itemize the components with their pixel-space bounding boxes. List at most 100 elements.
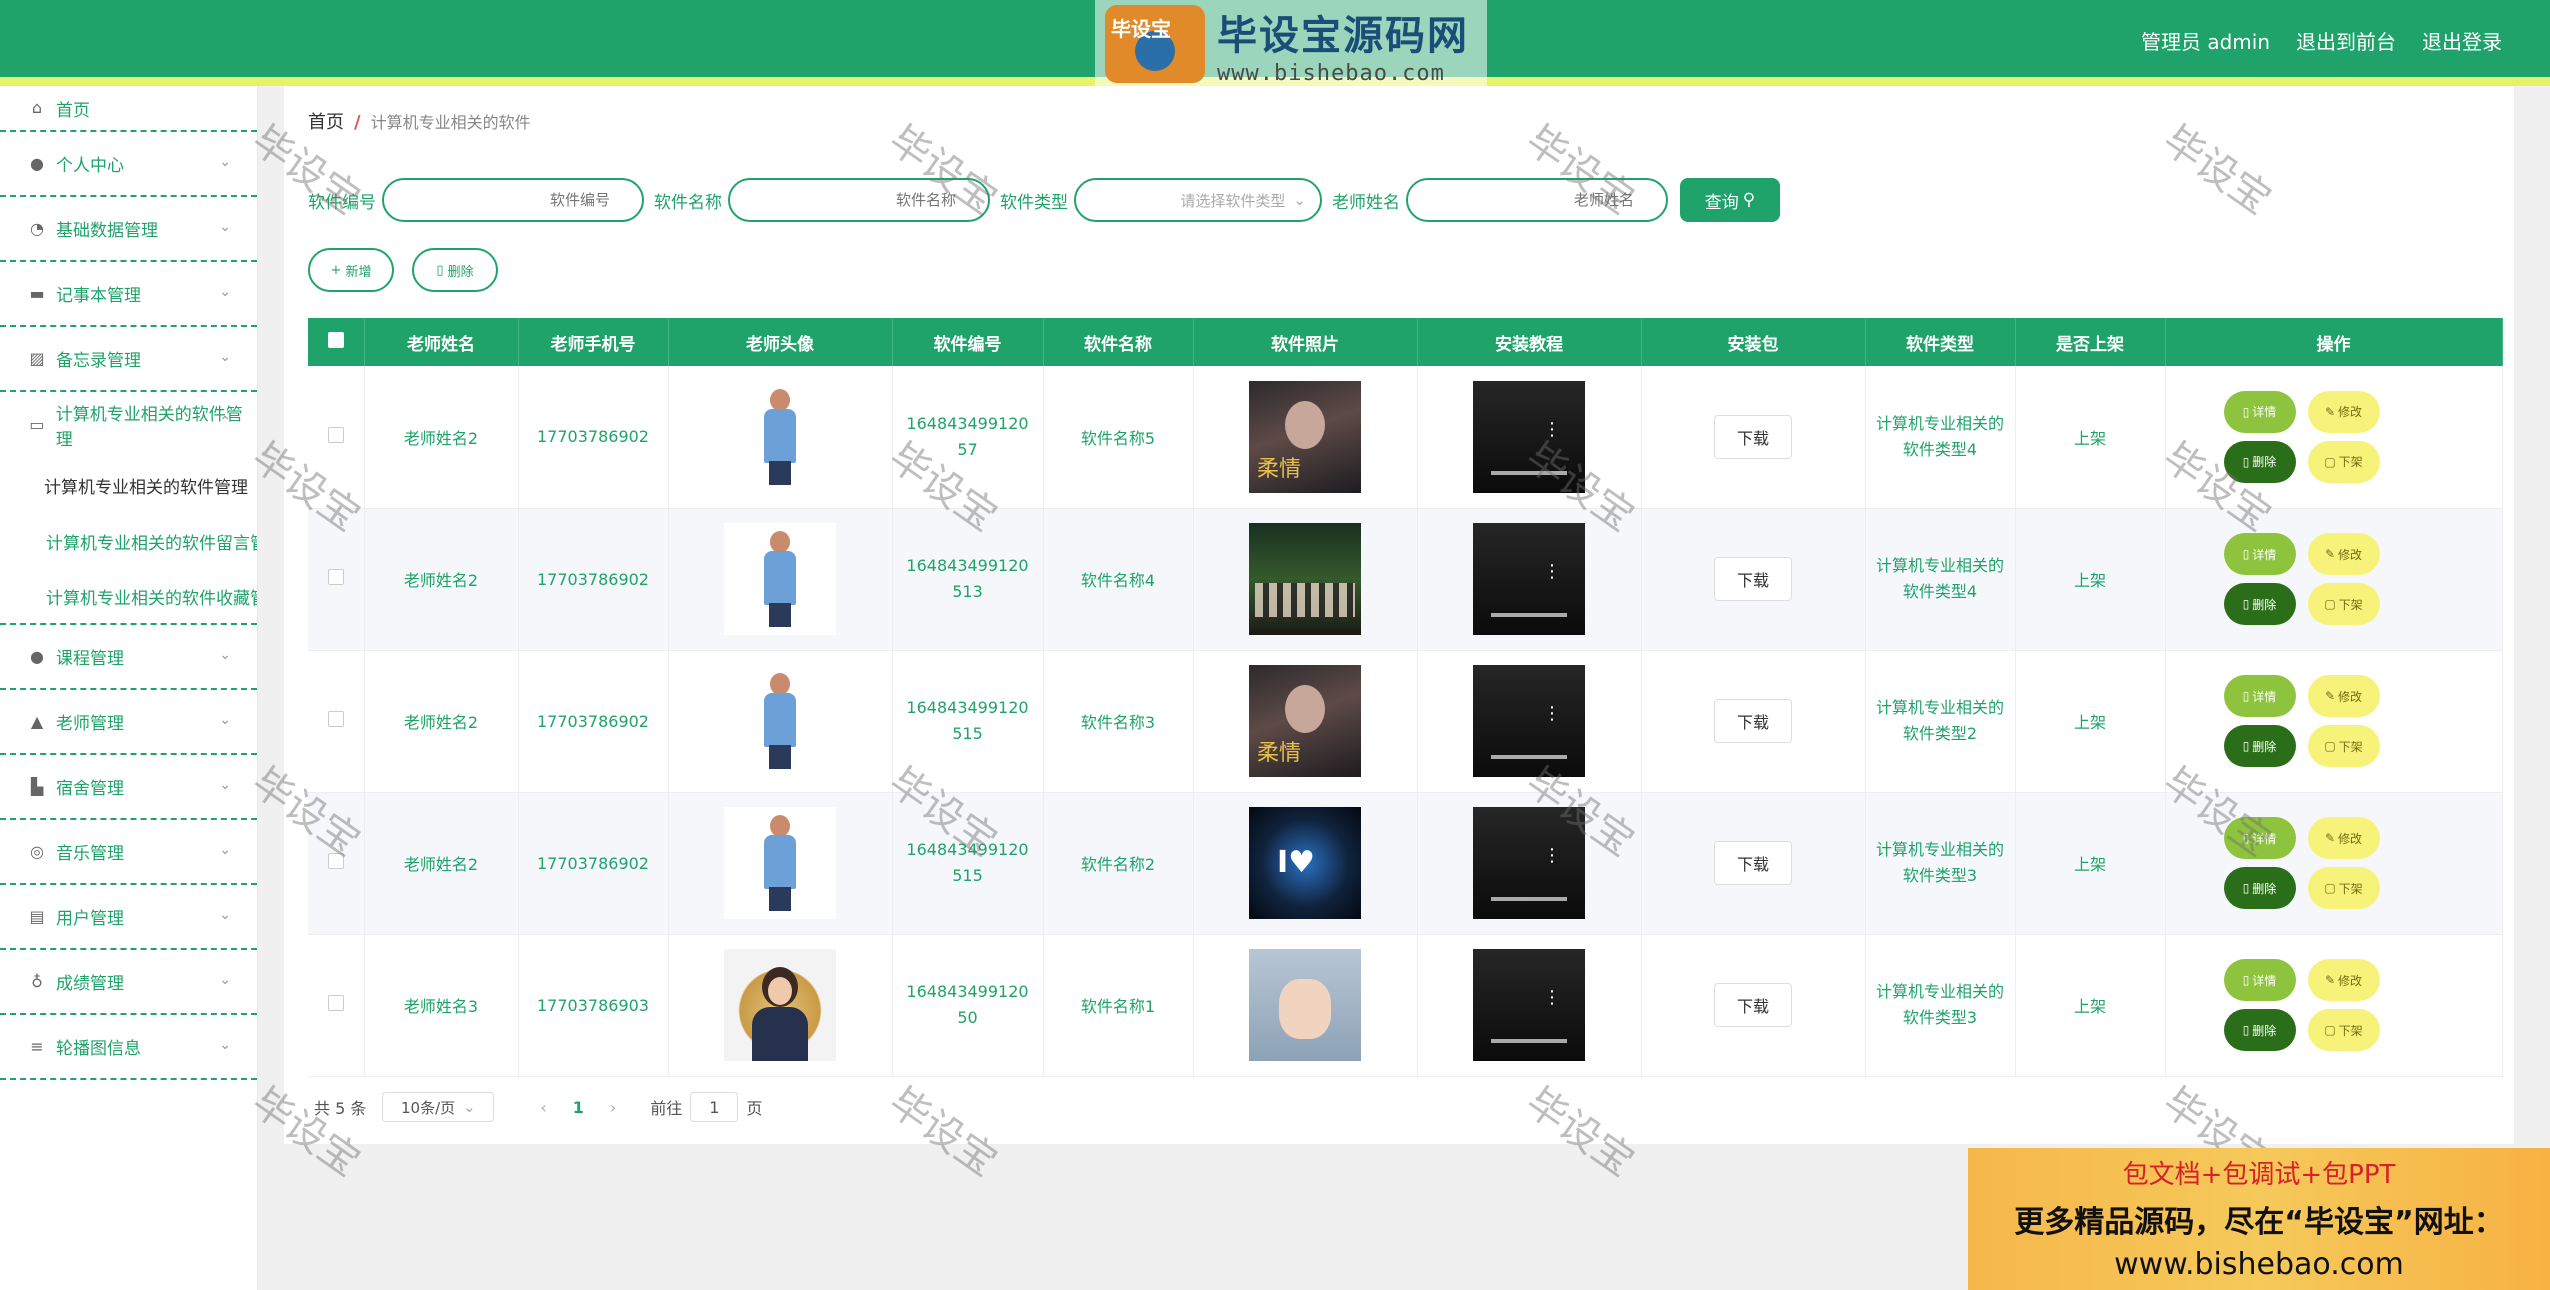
batch-delete-button[interactable]: ▯ 删除 [412, 248, 498, 292]
delete-button[interactable]: ▯ 删除 [2223, 440, 2296, 483]
row-checkbox[interactable] [327, 569, 344, 585]
software-name-cell: 软件名称3 [1043, 650, 1194, 793]
tutorial-video-player[interactable]: ⋮ [1473, 380, 1585, 493]
tutorial-video-player[interactable]: ⋮ [1473, 807, 1585, 919]
software-photo-image: I♥ [1249, 807, 1361, 919]
logout-link[interactable]: 退出登录 [2422, 26, 2502, 55]
sidebar-subitem-software-favorites[interactable]: 计算机专业相关的软件收藏管理 [0, 569, 257, 625]
teacher-name-input[interactable] [1406, 178, 1668, 222]
sidebar-subitem-software[interactable]: 计算机专业相关的软件管理 [0, 457, 257, 513]
compass-icon: ◎ [30, 841, 44, 861]
delist-button[interactable]: ▢ 下架 [2307, 583, 2380, 625]
add-button[interactable]: + 新增 [308, 248, 394, 292]
sidebar-item-music[interactable]: ◎ 音乐管理 ⌄ [0, 820, 257, 885]
more-options-icon[interactable]: ⋮ [1543, 420, 1561, 438]
delist-button[interactable]: ▢ 下架 [2307, 440, 2380, 483]
software-type-select[interactable]: 请选择软件类型 ⌄ [1074, 178, 1322, 222]
detail-button[interactable]: ▯ 详情 [2223, 390, 2296, 433]
sidebar-item-basic-data[interactable]: ◔ 基础数据管理 ⌄ [0, 197, 257, 262]
tutorial-video-player[interactable]: ⋮ [1473, 949, 1585, 1061]
sidebar-item-home[interactable]: ⌂ 首页 [0, 86, 257, 132]
delist-button[interactable]: ▢ 下架 [2307, 867, 2380, 909]
goto-page-input[interactable]: 1 [690, 1092, 739, 1122]
teacher-name-cell: 老师姓名2 [364, 508, 519, 651]
sidebar-item-course[interactable]: ● 课程管理 ⌄ [0, 625, 257, 690]
sidebar-item-users[interactable]: ▤ 用户管理 ⌄ [0, 885, 257, 950]
delete-button[interactable]: ▯ 删除 [2223, 583, 2296, 625]
breadcrumb-home[interactable]: 首页 [308, 112, 344, 133]
tutorial-video-player[interactable]: ⋮ [1473, 665, 1585, 777]
prev-page-icon[interactable]: ‹ [540, 1098, 546, 1117]
detail-label: 详情 [2252, 831, 2277, 846]
row-checkbox[interactable] [327, 426, 344, 443]
sidebar-item-carousel[interactable]: ≡ 轮播图信息 ⌄ [0, 1015, 257, 1080]
logo-title: 毕设宝源码网 [1217, 12, 1469, 59]
col-listed: 是否上架 [2015, 318, 2166, 366]
col-teacher-name: 老师姓名 [364, 318, 519, 366]
query-button[interactable]: 查询 ⚲ [1680, 178, 1780, 222]
download-button[interactable]: 下载 [1714, 557, 1792, 601]
row-checkbox[interactable] [327, 711, 344, 727]
more-options-icon[interactable]: ⋮ [1543, 847, 1561, 865]
listed-status-cell: 上架 [2015, 366, 2166, 509]
row-checkbox[interactable] [327, 853, 344, 869]
col-software-name: 软件名称 [1043, 318, 1194, 366]
more-options-icon[interactable]: ⋮ [1543, 563, 1561, 581]
edit-button[interactable]: ✎ 修改 [2307, 533, 2380, 575]
delete-button[interactable]: ▯ 删除 [2223, 725, 2296, 767]
more-options-icon[interactable]: ⋮ [1543, 705, 1561, 723]
back-to-front-link[interactable]: 退出到前台 [2296, 26, 2396, 55]
download-button[interactable]: 下载 [1714, 841, 1792, 885]
more-options-icon[interactable]: ⋮ [1543, 989, 1561, 1007]
box-icon: ▢ [2324, 739, 2336, 753]
sidebar-item-dorm[interactable]: ▙ 宿舍管理 ⌄ [0, 755, 257, 820]
delete-button[interactable]: ▯ 删除 [2223, 867, 2296, 909]
chevron-down-icon: ⌄ [219, 647, 231, 663]
sidebar-item-notebook[interactable]: ▬ 记事本管理 ⌄ [0, 262, 257, 327]
download-button[interactable]: 下载 [1714, 414, 1792, 459]
page-size-select[interactable]: 10条/页 ⌄ [382, 1092, 495, 1122]
detail-button[interactable]: ▯ 详情 [2223, 675, 2296, 717]
detail-button[interactable]: ▯ 详情 [2223, 959, 2296, 1001]
software-code-input[interactable] [382, 178, 644, 222]
trash-icon: ▯ [2242, 881, 2250, 895]
delete-button[interactable]: ▯ 删除 [2223, 1009, 2296, 1051]
promo-banner[interactable]: 包文档+包调试+包PPT 更多精品源码，尽在“毕设宝”网址： www.bishe… [1968, 1148, 2550, 1290]
delete-label: 删除 [2252, 597, 2277, 612]
detail-button[interactable]: ▯ 详情 [2223, 817, 2296, 859]
sidebar-item-label: 宿舍管理 [56, 779, 124, 799]
sidebar-item-teacher[interactable]: ▲ 老师管理 ⌄ [0, 690, 257, 755]
logo-badge-icon: 毕设宝 [1105, 5, 1205, 83]
edit-button[interactable]: ✎ 修改 [2307, 817, 2380, 859]
edit-button[interactable]: ✎ 修改 [2307, 959, 2380, 1001]
delete-label: 删除 [2252, 1023, 2277, 1038]
sidebar-subitem-software-comments[interactable]: 计算机专业相关的软件留言管理 [0, 513, 257, 569]
software-code-cell: 16484349912050 [906, 982, 1029, 1027]
delete-label: 删除 [2252, 455, 2277, 470]
sidebar-item-memo[interactable]: ▨ 备忘录管理 ⌄ [0, 327, 257, 392]
listed-status-cell: 上架 [2015, 792, 2166, 935]
download-button[interactable]: 下载 [1714, 983, 1792, 1027]
select-all-checkbox[interactable] [308, 318, 365, 366]
software-code-label: 软件编号 [308, 192, 376, 213]
next-page-icon[interactable]: › [610, 1098, 616, 1117]
current-page[interactable]: 1 [573, 1098, 584, 1117]
edit-button[interactable]: ✎ 修改 [2307, 390, 2380, 433]
sidebar-item-grades[interactable]: ♁ 成绩管理 ⌄ [0, 950, 257, 1015]
delist-label: 下架 [2338, 1023, 2363, 1038]
sidebar-item-profile[interactable]: ● 个人中心 ⌄ [0, 132, 257, 197]
delist-button[interactable]: ▢ 下架 [2307, 1009, 2380, 1051]
download-button[interactable]: 下载 [1714, 699, 1792, 743]
row-checkbox[interactable] [327, 995, 344, 1011]
action-bar: + 新增 ▯ 删除 [308, 248, 498, 292]
delist-button[interactable]: ▢ 下架 [2307, 725, 2380, 767]
sidebar-item-software[interactable]: ▭ 计算机专业相关的软件管理 ⌃ [0, 392, 257, 457]
tutorial-video-player[interactable]: ⋮ [1473, 523, 1585, 635]
breadcrumb-current: 计算机专业相关的软件 [370, 113, 531, 132]
col-teacher-phone: 老师手机号 [518, 318, 669, 366]
edit-button[interactable]: ✎ 修改 [2307, 675, 2380, 717]
row-operations: ▯ 详情 ✎ 修改 ▯ 删除 ▢ 下架 [2214, 533, 2454, 625]
software-name-input[interactable] [728, 178, 990, 222]
monitor-icon: ▬ [29, 283, 45, 303]
detail-button[interactable]: ▯ 详情 [2223, 533, 2296, 575]
